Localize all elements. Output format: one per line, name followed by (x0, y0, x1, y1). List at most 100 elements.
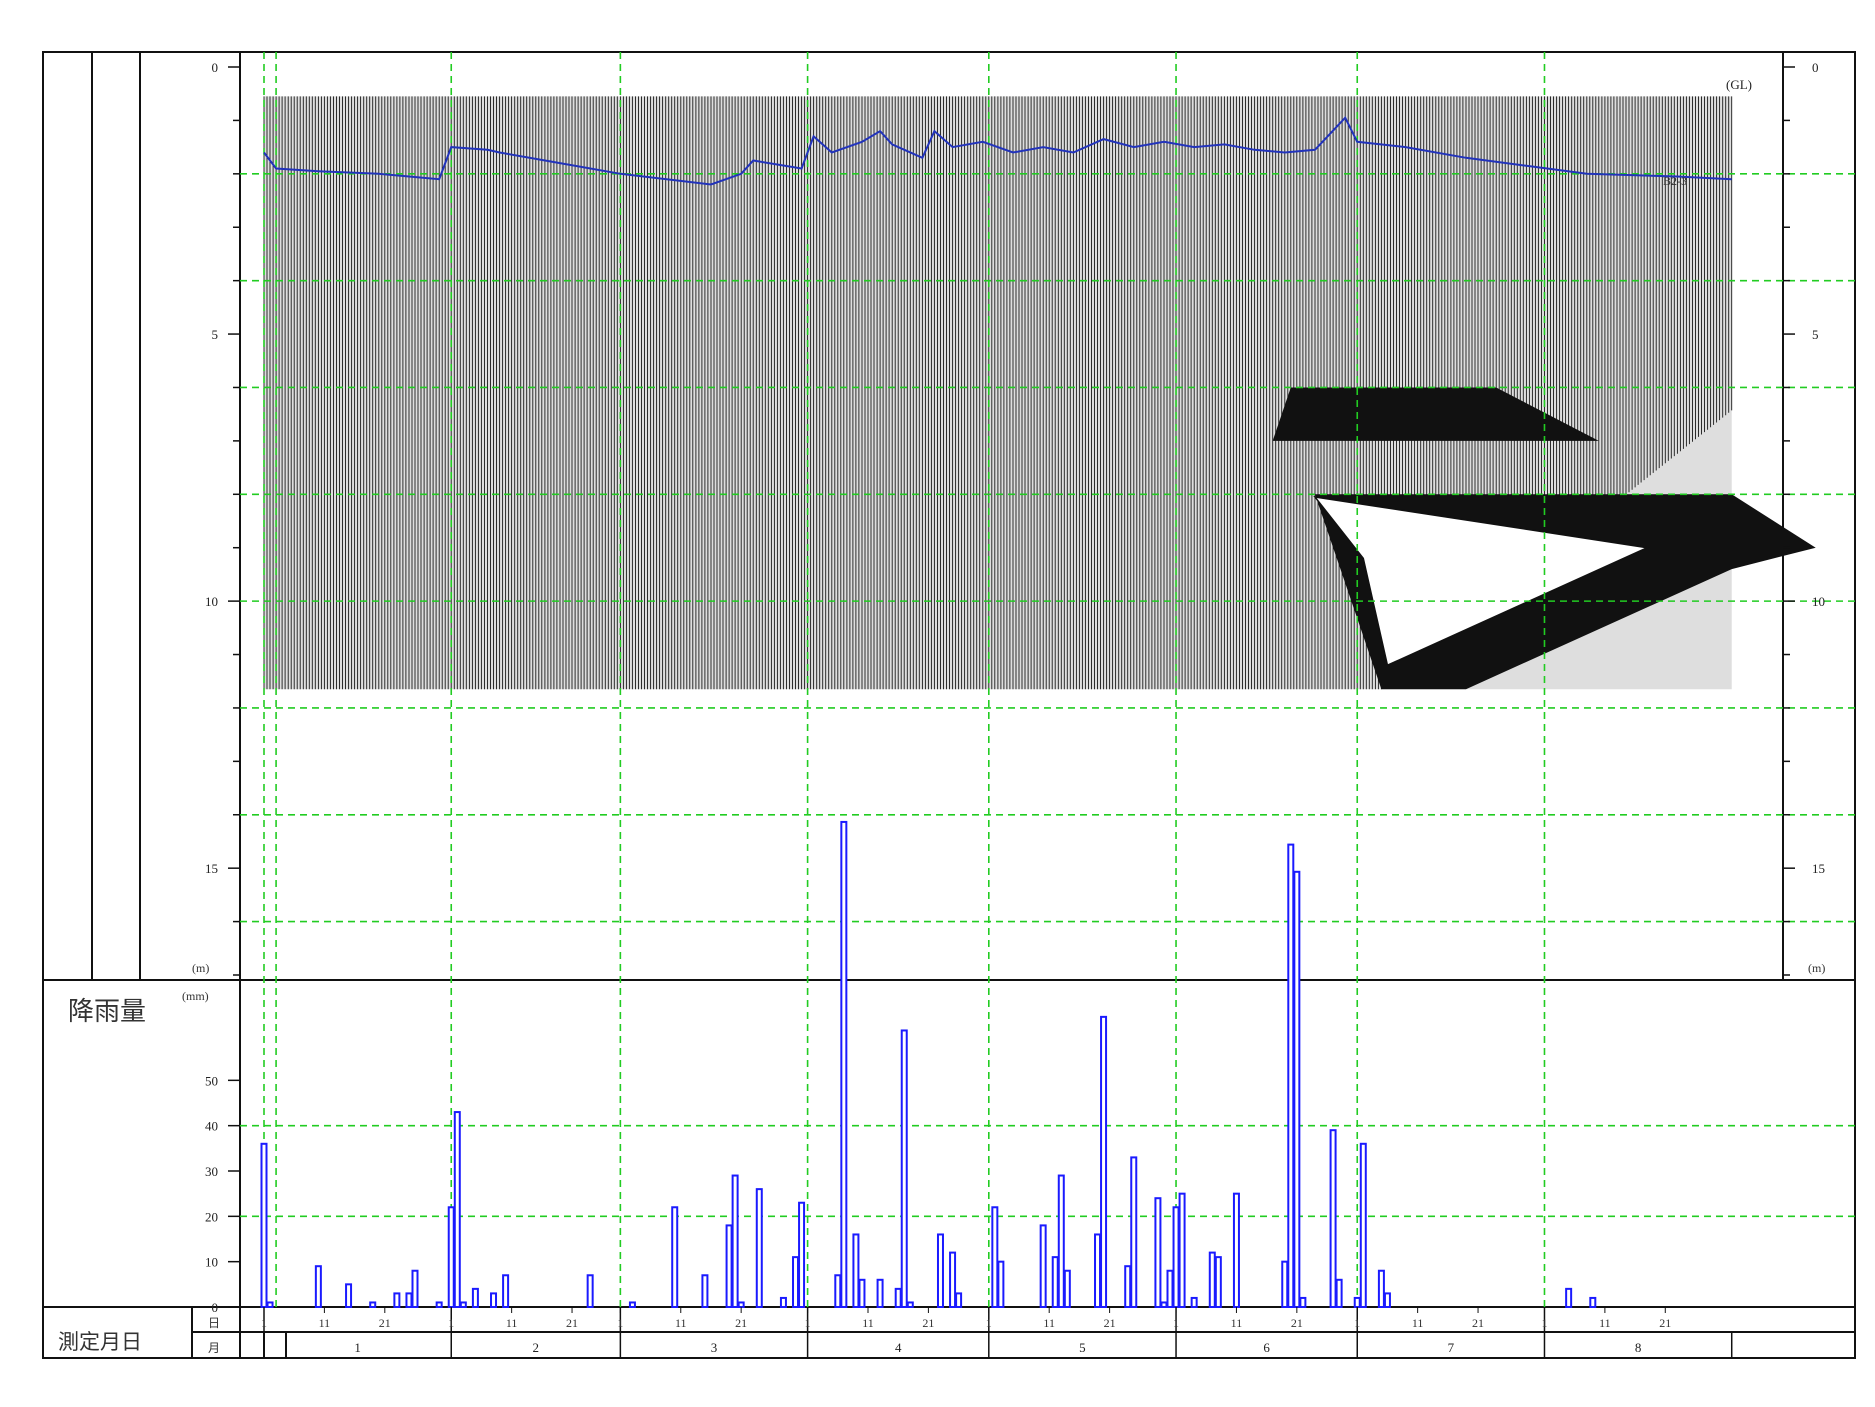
rain-bar (1281, 1260, 1289, 1308)
rain-bar (949, 1251, 957, 1308)
month-label: 6 (1263, 1340, 1270, 1355)
rain-bar (502, 1274, 510, 1309)
rain-bar (1057, 1174, 1065, 1308)
rain-bar (435, 1301, 443, 1309)
rain-bar (1166, 1269, 1174, 1308)
rain-bar (1232, 1192, 1240, 1308)
rain-bar (876, 1278, 884, 1309)
rain-bar (906, 1301, 914, 1309)
day-tick-label: 1 (261, 1316, 267, 1330)
rain-bar (1208, 1251, 1216, 1308)
rain-bar (798, 1201, 806, 1308)
day-tick-label: 21 (735, 1316, 747, 1330)
rain-bar (459, 1301, 467, 1309)
day-tick-label: 11 (862, 1316, 874, 1330)
rain-bar (1124, 1265, 1132, 1308)
rain-bar (701, 1274, 709, 1309)
month-row-label: 月 (208, 1341, 220, 1355)
depth-unit-right: (m) (1808, 961, 1825, 975)
rain-bar (1329, 1129, 1337, 1308)
rain-bar (1051, 1256, 1059, 1308)
rain-bar (1178, 1192, 1186, 1308)
day-tick-label: 1 (1173, 1316, 1179, 1330)
day-tick-label: 11 (319, 1316, 331, 1330)
depth-tick-label-left: 10 (205, 594, 218, 609)
month-label: 8 (1635, 1340, 1642, 1355)
rainfall-label: 降雨量 (68, 997, 146, 1027)
day-tick-label: 21 (1104, 1316, 1116, 1330)
depth-tick-label-right: 15 (1812, 861, 1825, 876)
day-tick-label: 11 (1599, 1316, 1611, 1330)
rain-tick-label: 40 (205, 1119, 218, 1134)
rain-bar (586, 1274, 594, 1309)
month-label: 7 (1448, 1340, 1455, 1355)
rain-bar (1130, 1156, 1138, 1309)
rain-bar (779, 1296, 787, 1309)
rainfall-bars (260, 820, 1597, 1309)
rain-bar (1335, 1278, 1343, 1309)
rain-bar (991, 1206, 999, 1309)
rain-bar (1154, 1197, 1162, 1308)
depth-unit-left: (m) (192, 961, 209, 975)
day-tick-label: 11 (506, 1316, 518, 1330)
rain-bar (628, 1301, 636, 1309)
rain-bar (840, 820, 848, 1309)
rain-bar (858, 1278, 866, 1309)
reference-label: (GL) (1726, 77, 1752, 92)
rain-bar (1299, 1296, 1307, 1309)
rain-bar (900, 1029, 908, 1308)
monitoring-chart: 0 05 510 1015 15 01020304050 1 11 2111 11 2121 11… (42, 51, 1856, 1359)
rain-bar (894, 1287, 902, 1309)
rain-tick-label: 30 (205, 1164, 218, 1179)
depth-tick-label-right: 10 (1812, 594, 1825, 609)
rain-bar (471, 1287, 479, 1309)
day-tick-label: 21 (1659, 1316, 1671, 1330)
rain-bar (490, 1292, 498, 1309)
day-row-label: 日 (208, 1316, 220, 1330)
rain-bar (936, 1233, 944, 1309)
rain-bar (1359, 1142, 1367, 1309)
rainfall-axis: 0 10 20 30 40 50 (205, 1073, 240, 1315)
rain-bar (955, 1292, 963, 1309)
rain-bar (1287, 843, 1295, 1308)
rain-tick-label: 0 (212, 1300, 219, 1315)
rain-bar (671, 1206, 679, 1309)
rain-bar (260, 1142, 268, 1309)
rain-bar (266, 1301, 274, 1309)
day-tick-label: 1 (448, 1316, 454, 1330)
depth-tick-label-left: 0 (212, 60, 219, 75)
rain-bar (345, 1283, 353, 1309)
day-tick-label: 11 (1412, 1316, 1424, 1330)
depth-tick-label-right: 0 (1812, 60, 1819, 75)
rain-bar (369, 1301, 377, 1309)
month-label: 1 (354, 1340, 361, 1355)
day-tick-label: 1 (986, 1316, 992, 1330)
rain-bar (1094, 1233, 1102, 1309)
rain-bar (393, 1292, 401, 1309)
rain-bar (737, 1301, 745, 1309)
rain-bar (1383, 1292, 1391, 1309)
rain-bar (1565, 1287, 1573, 1309)
rain-bar (1377, 1269, 1385, 1308)
day-tick-label: 1 (1541, 1316, 1547, 1330)
rain-bar (1190, 1296, 1198, 1309)
day-tick-label: 11 (675, 1316, 687, 1330)
rain-bar (1160, 1301, 1168, 1309)
day-tick-label: 21 (922, 1316, 934, 1330)
rain-bar (447, 1206, 455, 1309)
series-label: B2-3 (1663, 174, 1687, 188)
month-label: 2 (533, 1340, 540, 1355)
rain-bar (1589, 1296, 1597, 1309)
rain-tick-label: 10 (205, 1255, 218, 1270)
day-tick-label: 21 (1291, 1316, 1303, 1330)
month-label: 3 (711, 1340, 718, 1355)
rain-bar (852, 1233, 860, 1309)
depth-tick-label-left: 15 (205, 861, 218, 876)
month-label: 4 (895, 1340, 902, 1355)
rain-bar (1039, 1224, 1047, 1309)
rain-bar (405, 1292, 413, 1309)
day-tick-label: 21 (566, 1316, 578, 1330)
month-label: 5 (1079, 1340, 1086, 1355)
rain-bar (453, 1111, 461, 1308)
day-tick-label: 1 (617, 1316, 623, 1330)
